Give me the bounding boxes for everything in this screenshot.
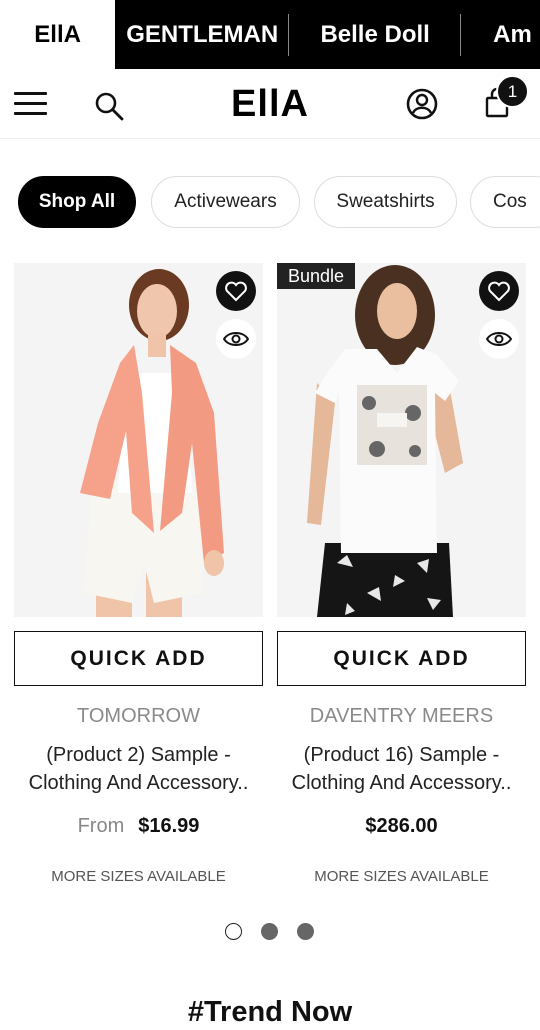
account-icon[interactable] <box>405 87 439 121</box>
product-image[interactable] <box>14 263 263 617</box>
product-vendor[interactable]: TOMORROW <box>14 705 263 728</box>
cart-count-badge: 1 <box>496 75 529 108</box>
brand-tab-label: GENTLEMAN <box>126 20 279 48</box>
pagination-dot[interactable] <box>297 923 314 940</box>
price-prefix: From <box>77 815 125 837</box>
chip-activewears[interactable]: Activewears <box>151 176 300 228</box>
price-row: From $16.99 <box>14 815 263 838</box>
chip-cosmetics[interactable]: Cos <box>470 176 540 228</box>
product-card[interactable]: QUICK ADD TOMORROW (Product 2) Sample - … <box>14 263 263 885</box>
brand-tab-label: Am <box>493 20 532 48</box>
more-sizes-note: MORE SIZES AVAILABLE <box>51 868 226 885</box>
quick-add-button[interactable]: QUICK ADD <box>14 631 263 686</box>
carousel-pagination <box>225 923 325 941</box>
product-title[interactable]: (Product 2) Sample - Clothing And Access… <box>10 741 267 797</box>
brand-tabs: EllA GENTLEMAN Belle Doll Am <box>0 0 540 69</box>
brand-tab-belle-doll[interactable]: Belle Doll <box>289 0 462 69</box>
product-vendor[interactable]: DAVENTRY MEERS <box>277 705 526 728</box>
brand-tab-gentleman[interactable]: GENTLEMAN <box>115 0 290 69</box>
quick-add-button[interactable]: QUICK ADD <box>277 631 526 686</box>
product-title-line: (Product 16) Sample - <box>303 744 500 766</box>
pagination-dot[interactable] <box>225 923 242 940</box>
section-title: #Trend Now <box>187 996 353 1028</box>
product-title[interactable]: (Product 16) Sample - Clothing And Acces… <box>273 741 530 797</box>
brand-tab-label: Belle Doll <box>320 20 430 48</box>
more-sizes-note: MORE SIZES AVAILABLE <box>314 868 489 885</box>
product-card[interactable]: Bundle QUICK ADD DAVENTRY MEERS (Product… <box>277 263 526 885</box>
search-icon[interactable] <box>92 89 126 123</box>
wishlist-heart-icon[interactable] <box>479 271 519 311</box>
brand-tab-am[interactable]: Am <box>461 0 540 69</box>
pagination-dot[interactable] <box>261 923 278 940</box>
brand-tab-ella[interactable]: EllA <box>0 0 116 69</box>
site-header: EllA <box>0 69 540 139</box>
quick-view-eye-icon[interactable] <box>479 319 519 359</box>
product-photo <box>277 263 526 617</box>
product-price: $16.99 <box>138 815 200 837</box>
product-photo <box>14 263 263 617</box>
product-title-line: (Product 2) Sample - <box>46 744 231 766</box>
brand-tab-label: EllA <box>34 20 81 48</box>
product-price: $286.00 <box>365 815 438 837</box>
quick-view-eye-icon[interactable] <box>216 319 256 359</box>
chip-shop-all[interactable]: Shop All <box>18 176 136 228</box>
hamburger-icon[interactable] <box>14 89 47 117</box>
site-logo[interactable]: EllA <box>220 83 320 127</box>
product-title-line: Clothing And Accessory.. <box>28 772 249 794</box>
wishlist-heart-icon[interactable] <box>216 271 256 311</box>
product-badge: Bundle <box>277 263 356 289</box>
product-image[interactable]: Bundle <box>277 263 526 617</box>
category-chips: Shop All Activewears Sweatshirts Cos <box>0 176 540 228</box>
product-title-line: Clothing And Accessory.. <box>291 772 512 794</box>
price-row: $286.00 <box>277 815 526 838</box>
chip-sweatshirts[interactable]: Sweatshirts <box>314 176 457 228</box>
